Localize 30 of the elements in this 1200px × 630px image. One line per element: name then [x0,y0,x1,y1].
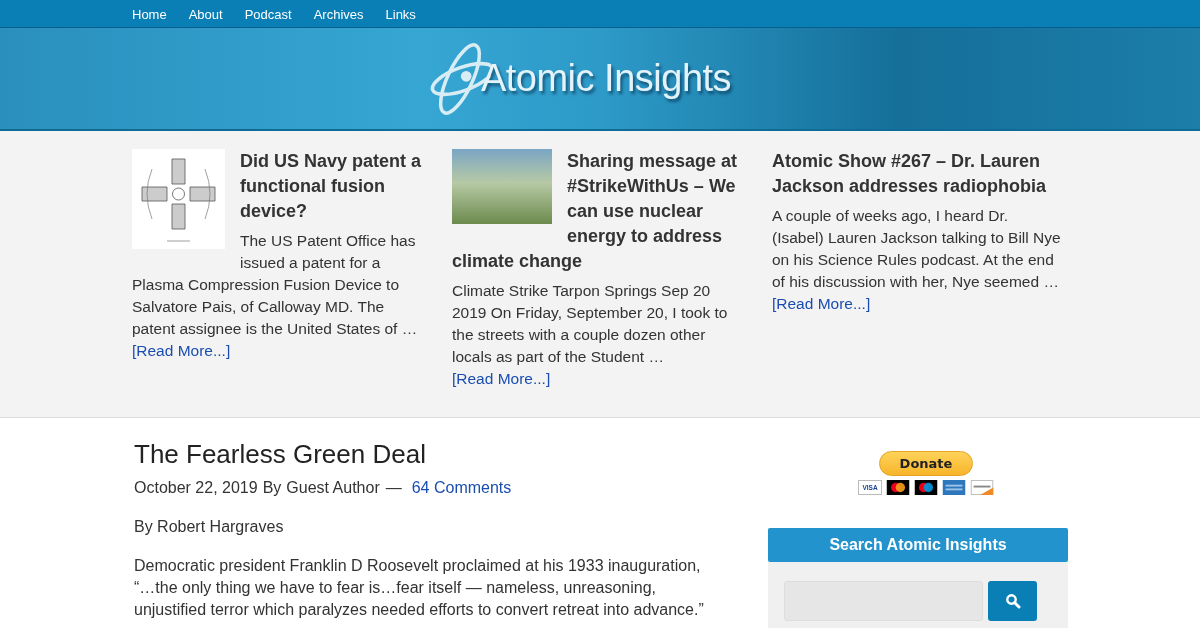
article-title-link[interactable]: Did US Navy patent a functional fusion device? [132,149,422,224]
article-title-link[interactable]: Sharing message at #StrikeWithUs – We can use nuclear energy to address climate change [452,149,742,274]
nav-link[interactable]: Archives [313,0,364,29]
article-excerpt: The US Patent Office has issued a patent for a Plasma Compression Fusion Device to Salvatore Pais, of Calloway MD. The patent assignee is the United States of … [Read More...] [132,231,419,361]
comments-link[interactable]: 64 Comments [411,479,512,497]
read-more-link[interactable]: [Read More...] [452,370,551,387]
post-paragraph: By Robert Hargraves [134,517,285,537]
mastercard-icon [886,480,910,495]
widget-title: Search Atomic Insights [768,528,1068,562]
amex-card-icon [942,480,966,495]
nav-link[interactable]: About [188,0,223,29]
article-title-link[interactable]: Atomic Show #267 – Dr. Lauren Jackson addresses radiophobia [772,149,1062,199]
nav-link[interactable]: Home [132,0,167,29]
byline-label: By [262,479,282,497]
read-more-link[interactable]: [Read More...] [772,295,871,312]
meta-separator: — [385,479,402,497]
article-excerpt: Climate Strike Tarpon Springs Sep 20 2019 On Friday, September 20, I took to the streets with a couple dozen other locals as part of the Student … [Read More...] [452,281,729,389]
search-button[interactable] [988,581,1037,621]
post-paragraph: Democratic president Franklin D Roosevelt proclaimed at his 1933 inauguration, “…the only thing we have to fear is…fear itself — nameless, unreasoning, unjustified terror which paralyzes needed efforts to convert retreat into advance.” [134,556,705,620]
nav-link[interactable]: Links [385,0,416,29]
post-author: Guest Author [286,479,380,497]
post-date: October 22, 2019 [134,479,258,497]
maestro-card-icon [914,480,938,495]
search-icon [1004,593,1021,609]
donate-button[interactable]: Donate [878,451,974,476]
nav-link[interactable]: Podcast [244,0,292,29]
discover-card-icon [970,480,994,495]
post-title: The Fearless Green Deal [134,438,427,470]
article-excerpt: A couple of weeks ago, I heard Dr. (Isabel) Lauren Jackson talking to Bill Nye on his Science Rules podcast. At the end of his discussion with her, Nye seemed … [Read More...] [772,206,1062,314]
read-more-link[interactable]: [Read More...] [132,342,231,359]
